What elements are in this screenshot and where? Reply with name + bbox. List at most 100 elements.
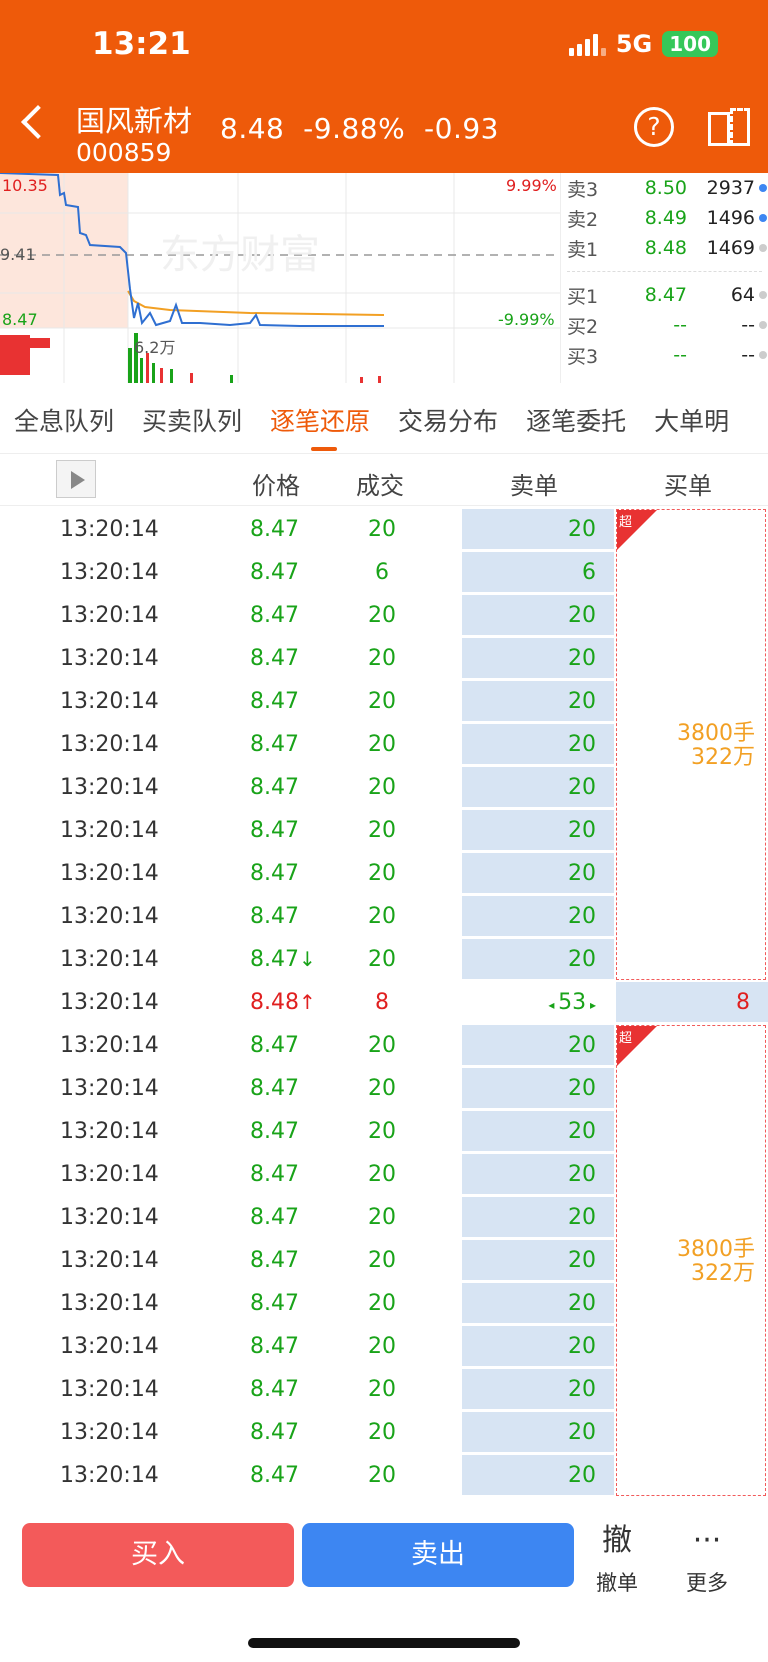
- trade-price-value: 8.47: [250, 1162, 299, 1187]
- depth-price: 8.48: [644, 237, 687, 259]
- trade-time: 13:20:14: [60, 1162, 159, 1187]
- sell-button[interactable]: 卖出: [302, 1523, 574, 1587]
- arrow-up-icon: ↑: [298, 990, 316, 1014]
- trade-volume: 20: [368, 1291, 396, 1316]
- sell-order-value: 20: [568, 861, 596, 886]
- depth-level: 卖3: [567, 178, 599, 201]
- trade-volume: 20: [368, 1162, 396, 1187]
- depth-volume: --: [741, 344, 755, 366]
- trade-price-value: 8.48: [250, 990, 299, 1015]
- chart-down-pct: -9.99%: [498, 310, 555, 329]
- sell-order: ◂ 53 ▸: [462, 982, 614, 1022]
- back-arrow-icon[interactable]: [21, 105, 55, 139]
- sell-order-value: 20: [568, 1162, 596, 1187]
- play-icon[interactable]: [56, 460, 96, 498]
- tab-2[interactable]: 逐笔还原: [256, 388, 384, 453]
- trade-time: 13:20:14: [60, 861, 159, 886]
- trade-volume: 20: [368, 1377, 396, 1402]
- header-sell: 卖单: [510, 472, 558, 500]
- trade-time: 13:20:14: [60, 560, 159, 585]
- sell-order-value: 20: [568, 1420, 596, 1445]
- sell-order: 20: [462, 1111, 614, 1151]
- sell-order-value: 20: [568, 689, 596, 714]
- intraday-chart[interactable]: 东方财富 10.35 9.41 8.47 9.99% -9.99% 6.2万: [0, 172, 560, 383]
- sell-order: 20: [462, 724, 614, 764]
- status-time: 13:21: [92, 26, 191, 62]
- trade-time: 13:20:14: [60, 517, 159, 542]
- trade-time: 13:20:14: [60, 1291, 159, 1316]
- tab-0[interactable]: 全息队列: [0, 388, 128, 453]
- sell-order-value: 20: [568, 603, 596, 628]
- order-book: 卖3 8.50 2937 卖2 8.49 1496 卖1 8.48 1469 买1 8.47 64 买…: [560, 173, 768, 383]
- help-icon[interactable]: ?: [634, 107, 674, 147]
- sell-order: 20: [462, 939, 614, 979]
- table-row[interactable]: 13:20:14 8.48↑ 8 ◂ 53 ▸ 8: [0, 980, 768, 1023]
- switch-view-icon[interactable]: [708, 108, 750, 146]
- trade-volume: 20: [368, 603, 396, 628]
- trade-time: 13:20:14: [60, 1205, 159, 1230]
- trade-time: 13:20:14: [60, 1076, 159, 1101]
- trade-time: 13:20:14: [60, 818, 159, 843]
- sell-order: 20: [462, 1197, 614, 1237]
- buy-button[interactable]: 买入: [22, 1523, 294, 1587]
- cancel-order-button[interactable]: 撤 撤单: [582, 1523, 652, 1597]
- caret-left-icon: ◂: [548, 998, 559, 1012]
- trade-time: 13:20:14: [60, 1248, 159, 1273]
- sell-order: 20: [462, 509, 614, 549]
- trade-time: 13:20:14: [60, 732, 159, 757]
- depth-row-bid[interactable]: 买3 -- --: [561, 340, 768, 370]
- chart-up-pct: 9.99%: [506, 176, 557, 195]
- trade-volume: 20: [368, 1420, 396, 1445]
- big-order-value: 322万: [691, 1260, 755, 1286]
- trade-list[interactable]: 13:20:14 8.47 20 20 13:20:14 8.47 6 6 13:20:14 8.…: [0, 507, 768, 1496]
- sell-order-value: 53: [558, 990, 587, 1015]
- depth-price: 8.47: [644, 284, 687, 306]
- tab-1[interactable]: 买卖队列: [128, 388, 256, 453]
- home-indicator: [248, 1638, 520, 1648]
- sell-order: 20: [462, 1455, 614, 1495]
- tab-5[interactable]: 大单明: [640, 388, 743, 453]
- depth-row-ask[interactable]: 卖3 8.50 2937: [561, 173, 768, 203]
- trade-price-value: 8.47: [250, 1076, 299, 1101]
- trade-price-value: 8.47: [250, 1119, 299, 1144]
- depth-row-ask[interactable]: 卖2 8.49 1496: [561, 203, 768, 233]
- depth-price: --: [673, 344, 687, 366]
- depth-volume: 1496: [706, 207, 755, 229]
- trade-volume: 20: [368, 1334, 396, 1359]
- tab-4[interactable]: 逐笔委托: [512, 388, 640, 453]
- sell-order-value: 20: [568, 517, 596, 542]
- trade-price-value: 8.47: [250, 1463, 299, 1488]
- depth-volume: 1469: [706, 237, 755, 259]
- more-button[interactable]: ··· 更多: [672, 1523, 742, 1597]
- more-label: 更多: [686, 1571, 728, 1595]
- trade-volume: 20: [368, 775, 396, 800]
- chart-watermark: 东方财富: [160, 232, 320, 278]
- depth-row-bid[interactable]: 买2 -- --: [561, 310, 768, 340]
- caret-right-icon: ▸: [586, 998, 596, 1012]
- depth-row-ask[interactable]: 卖1 8.48 1469: [561, 233, 768, 263]
- depth-row-bid[interactable]: 买1 8.47 64: [561, 280, 768, 310]
- big-order-box[interactable]: 超 3800手 322万: [616, 1025, 766, 1496]
- trade-price-value: 8.47: [250, 947, 299, 972]
- status-indicators: 5G 100: [568, 30, 718, 58]
- header-volume: 成交: [356, 472, 404, 500]
- depth-level: 买3: [567, 345, 599, 368]
- trade-volume: 20: [368, 904, 396, 929]
- buy-order: 8: [616, 982, 768, 1022]
- sell-order: 20: [462, 810, 614, 850]
- depth-level: 卖1: [567, 238, 599, 261]
- depth-price: 8.49: [644, 207, 687, 229]
- big-order-box[interactable]: 超 3800手 322万: [616, 509, 766, 980]
- header-buy: 买单: [664, 472, 712, 500]
- trade-volume: 8: [375, 990, 389, 1015]
- tab-3[interactable]: 交易分布: [384, 388, 512, 453]
- sell-order: 20: [462, 1240, 614, 1280]
- trade-price-value: 8.47: [250, 1291, 299, 1316]
- trade-price-value: 8.47: [250, 1248, 299, 1273]
- depth-dot-icon: [759, 214, 767, 222]
- sell-order: 20: [462, 595, 614, 635]
- big-order-amount: 3800手 322万: [677, 1237, 755, 1286]
- trade-time: 13:20:14: [60, 904, 159, 929]
- sell-order: 20: [462, 896, 614, 936]
- battery-icon: 100: [662, 31, 718, 57]
